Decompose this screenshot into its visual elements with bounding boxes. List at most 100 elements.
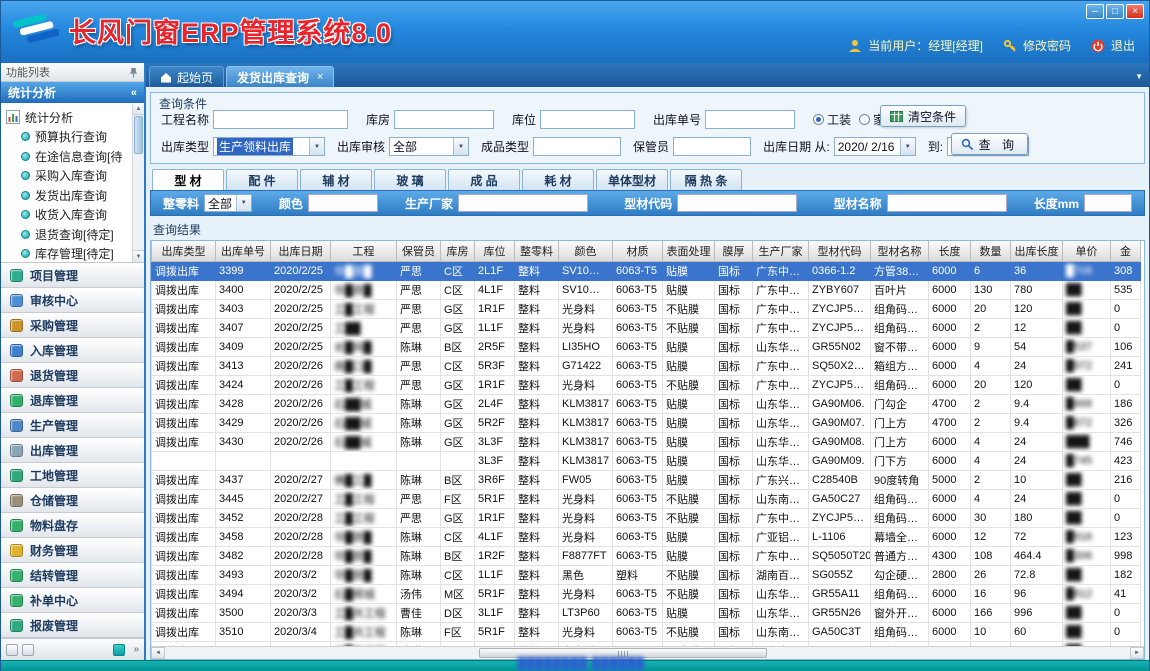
table-row[interactable]: 调拨出库34522020/2/28工█工程严思G区1R1F整料光身料6063-T… [152, 508, 1141, 527]
tree-scroll-thumb[interactable] [134, 116, 143, 154]
column-header[interactable]: 出库日期 [271, 241, 331, 261]
table-row[interactable]: 调拨出库34302020/2/26石██城陈琳G区3L3F整料KLM381760… [152, 432, 1141, 451]
warehouse-input[interactable] [394, 110, 494, 129]
table-row[interactable]: 调拨出库34132020/2/26南█口█严思C区5R3F整料G71422606… [152, 356, 1141, 375]
column-header[interactable]: 表面处理 [663, 241, 715, 261]
zhengling-combo[interactable]: 全部 ▼ [204, 194, 252, 212]
table-row[interactable]: 3L3F整料KLM38176063-T5贴膜国标山东华…GA90M09.门下方6… [152, 451, 1141, 470]
chevron-down-icon[interactable]: ▼ [900, 138, 915, 155]
scrollbar-thumb[interactable] [479, 648, 767, 658]
layout-icon[interactable] [22, 644, 34, 656]
table-row[interactable]: 调拨出库34822020/2/28华█原█陈琳B区1R2F整料F8877FT60… [152, 546, 1141, 565]
table-row[interactable]: 调拨出库34242020/2/26工█工程严思G区1R1F整料光身料6063-T… [152, 375, 1141, 394]
table-row[interactable]: 调拨出库33992020/2/25华█原█严思C区2L1F整料SV10…6063… [152, 261, 1141, 280]
table-row[interactable]: 调拨出库35002020/3/3工█共工程曹佳D区3L1F整料LT3P60606… [152, 603, 1141, 622]
sidebar-tree-item[interactable]: 预算执行查询 [6, 127, 130, 147]
tab-close-icon[interactable]: × [314, 71, 323, 83]
sidebar-accordion-item[interactable]: 项目管理 [1, 263, 144, 288]
order-no-input[interactable] [705, 110, 795, 129]
column-header[interactable]: 保管员 [397, 241, 441, 261]
column-header[interactable]: 出库长度 [1011, 241, 1063, 261]
column-header[interactable]: 长度 [929, 241, 971, 261]
table-row[interactable]: 调拨出库34932020/3/2华█原█陈琳C区1L1F整料黑色塑料不贴膜国标湖… [152, 565, 1141, 584]
sidebar-accordion-item[interactable]: 工地管理 [1, 463, 144, 488]
table-row[interactable]: 调拨出库34092020/2/25长█网█陈琳B区2R5F整料LI35HO606… [152, 337, 1141, 356]
minimize-button[interactable]: – [1086, 4, 1104, 19]
chevron-down-icon[interactable]: ▼ [236, 195, 251, 211]
keeper-input[interactable] [673, 137, 751, 156]
forward-icon[interactable]: » [133, 644, 139, 655]
sidebar-accordion-item[interactable]: 采购管理 [1, 313, 144, 338]
scroll-right-icon[interactable]: ► [1130, 647, 1144, 659]
sidebar-accordion-item[interactable]: 出库管理 [1, 438, 144, 463]
manufacturer-input[interactable] [458, 194, 588, 212]
panel-icon[interactable] [6, 644, 18, 656]
scroll-up-icon[interactable]: ▲ [133, 103, 144, 115]
pin-icon[interactable] [128, 67, 139, 78]
tab-home[interactable]: 起始页 [149, 66, 224, 87]
column-header[interactable]: 型材代码 [809, 241, 871, 261]
column-header[interactable]: 工程 [331, 241, 397, 261]
table-row[interactable]: 调拨出库34452020/2/27工█工程严思F区5R1F整料光身料6063-T… [152, 489, 1141, 508]
product-type-input[interactable] [533, 137, 621, 156]
sidebar-accordion-item[interactable]: 退货管理 [1, 363, 144, 388]
radio-jiazhuang[interactable] [859, 114, 870, 125]
column-header[interactable]: 出库类型 [152, 241, 216, 261]
sidebar-accordion-item[interactable]: 结转管理 [1, 563, 144, 588]
out-type-combo[interactable]: 生产领料出库 ▼ [213, 137, 325, 156]
scroll-down-icon[interactable]: ▼ [133, 250, 144, 262]
sidebar-accordion-item[interactable]: 审核中心 [1, 288, 144, 313]
sidebar-section-statistics[interactable]: 统计分析 « [1, 82, 144, 103]
column-header[interactable]: 材质 [613, 241, 663, 261]
table-row[interactable]: 调拨出库34032020/2/25工█工程严思G区1R1F整料光身料6063-T… [152, 299, 1141, 318]
close-button[interactable]: × [1126, 4, 1144, 19]
table-row[interactable]: 调拨出库34582020/2/28华█原█陈琳C区4L1F整料光身料6063-T… [152, 527, 1141, 546]
profile-code-input[interactable] [677, 194, 797, 212]
search-button[interactable]: 查 询 [951, 133, 1028, 155]
column-header[interactable]: 库房 [441, 241, 475, 261]
chevron-down-icon[interactable]: ▼ [453, 138, 468, 155]
material-tab[interactable]: 型 材 [152, 169, 224, 190]
column-header[interactable]: 生产厂家 [753, 241, 809, 261]
horizontal-scrollbar[interactable]: ◄ ► [151, 646, 1144, 659]
change-password-link[interactable]: 修改密码 [1023, 37, 1071, 54]
scroll-left-icon[interactable]: ◄ [151, 647, 165, 659]
column-header[interactable]: 库位 [475, 241, 515, 261]
table-row[interactable]: 调拨出库34072020/2/25工██严思G区1L1F整料光身料6063-T5… [152, 318, 1141, 337]
sidebar-accordion-item[interactable]: 物料盘存 [1, 513, 144, 538]
color-input[interactable] [308, 194, 378, 212]
location-input[interactable] [540, 110, 635, 129]
column-header[interactable]: 颜色 [559, 241, 613, 261]
sidebar-tree-item[interactable]: 库存管理[待定] [6, 244, 130, 263]
tab-shipping-query[interactable]: 发货出库查询 × [226, 66, 334, 87]
column-header[interactable]: 出库单号 [216, 241, 271, 261]
profile-name-input[interactable] [887, 194, 1007, 212]
chevron-down-icon[interactable]: ▼ [309, 138, 324, 155]
table-row[interactable]: 调拨出库34372020/2/27佛█工█陈琳B区3R6F整料FW056063-… [152, 470, 1141, 489]
material-tab[interactable]: 成 品 [448, 169, 520, 190]
material-tab[interactable]: 玻 璃 [374, 169, 446, 190]
table-row[interactable]: 调拨出库34292020/2/26石██城陈琳G区5R2F整料KLM381760… [152, 413, 1141, 432]
sidebar-accordion-item[interactable]: 财务管理 [1, 538, 144, 563]
table-row[interactable]: 调拨出库34002020/2/25华█原█严思C区4L1F整料SV10…6063… [152, 280, 1141, 299]
tree-scrollbar[interactable]: ▲ ▼ [132, 103, 144, 262]
sidebar-accordion-item[interactable]: 生产管理 [1, 413, 144, 438]
tabbar-dropdown-icon[interactable]: ▼ [1135, 72, 1143, 81]
column-header[interactable]: 金 [1111, 241, 1141, 261]
sidebar-tree-item[interactable]: 退货查询[待定] [6, 225, 130, 245]
collapse-icon[interactable]: « [131, 87, 137, 99]
tree-root-statistics[interactable]: 统计分析 [6, 107, 130, 127]
sidebar-tree-item[interactable]: 采购入库查询 [6, 166, 130, 186]
table-row[interactable]: 调拨出库34282020/2/26石██城陈琳G区2L4F整料KLM381760… [152, 394, 1141, 413]
column-header[interactable]: 膜厚 [715, 241, 753, 261]
table-row[interactable]: 调拨出库34942020/3/2石█辉城汤伟M区5R1F整料光身料6063-T5… [152, 584, 1141, 603]
material-tab[interactable]: 配 件 [226, 169, 298, 190]
sidebar-tree-item[interactable]: 收货入库查询 [6, 205, 130, 225]
column-header[interactable]: 整零料 [515, 241, 559, 261]
sidebar-tree-item[interactable]: 发货出库查询 [6, 186, 130, 206]
sidebar-accordion-item[interactable]: 补单中心 [1, 588, 144, 613]
sidebar-tree-item[interactable]: 在途信息查询[待 [6, 147, 130, 167]
radio-gongzhuang[interactable] [813, 114, 824, 125]
material-tab[interactable]: 辅 材 [300, 169, 372, 190]
logout-link[interactable]: 退出 [1111, 37, 1135, 54]
